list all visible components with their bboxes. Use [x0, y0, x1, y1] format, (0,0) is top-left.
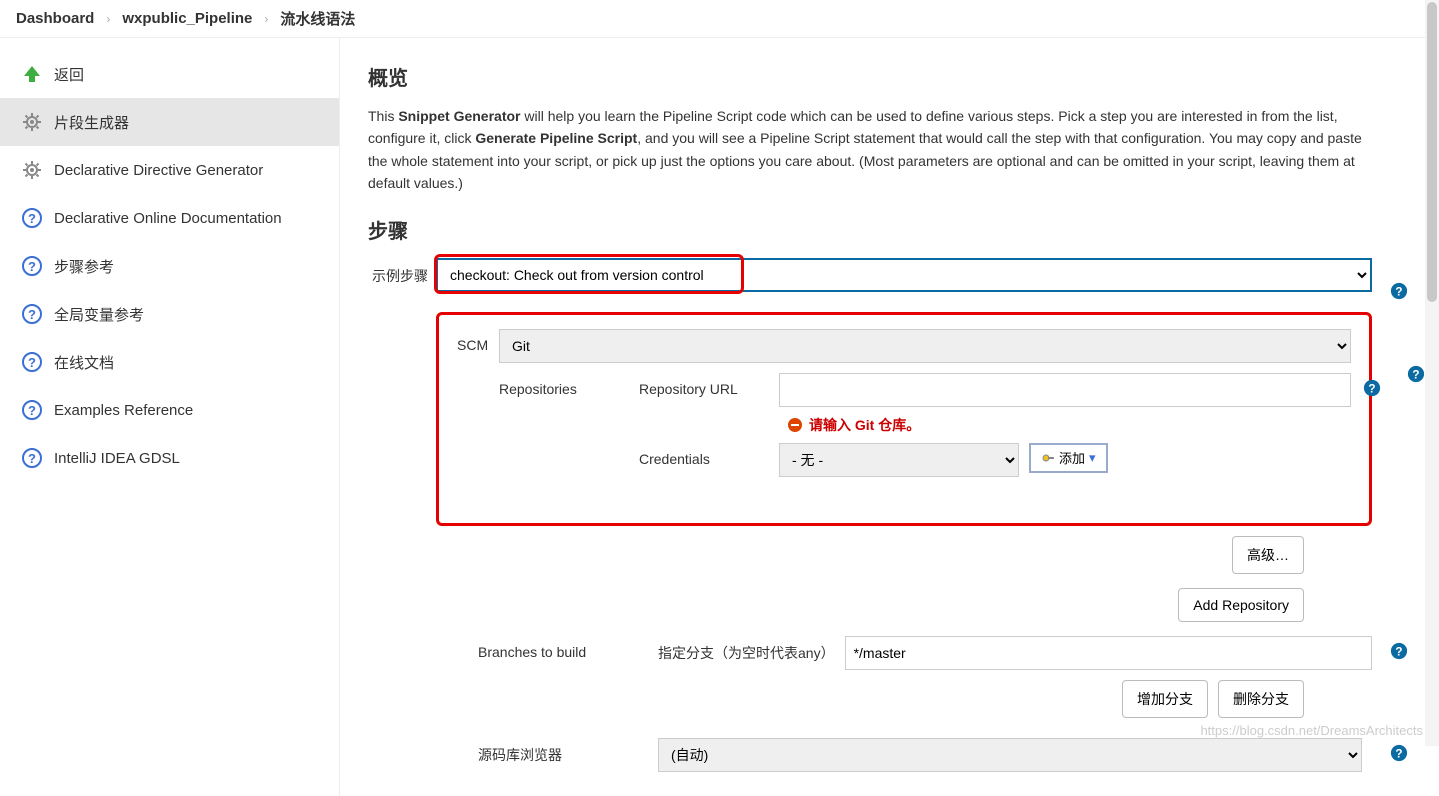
- browser-select[interactable]: (自动): [658, 738, 1362, 772]
- sidebar-item-declarative-docs[interactable]: ? Declarative Online Documentation: [0, 194, 339, 242]
- sidebar-item-label: 全局变量参考: [54, 304, 144, 325]
- chevron-right-icon: ›: [106, 12, 110, 26]
- sidebar-item-back[interactable]: 返回: [0, 50, 339, 98]
- svg-text:?: ?: [1395, 645, 1402, 658]
- sidebar-item-gdsl[interactable]: ? IntelliJ IDEA GDSL: [0, 434, 339, 482]
- help-icon: ?: [20, 206, 44, 230]
- svg-text:?: ?: [28, 259, 36, 274]
- svg-text:?: ?: [28, 451, 36, 466]
- sidebar-item-snippet-generator[interactable]: 片段生成器: [0, 98, 339, 146]
- sidebar-item-label: Examples Reference: [54, 402, 193, 419]
- scrollbar[interactable]: [1425, 0, 1439, 746]
- add-branch-button[interactable]: 增加分支: [1122, 680, 1208, 718]
- svg-text:?: ?: [1368, 382, 1375, 395]
- chevron-right-icon: ›: [264, 12, 268, 26]
- help-icon: ?: [20, 446, 44, 470]
- gear-icon: [20, 110, 44, 134]
- error-icon: [787, 417, 803, 433]
- add-repository-button[interactable]: Add Repository: [1178, 588, 1304, 622]
- repo-url-label: Repository URL: [639, 373, 779, 397]
- sidebar-item-label: Declarative Online Documentation: [54, 210, 282, 227]
- breadcrumb-dashboard[interactable]: Dashboard: [16, 10, 94, 27]
- intro-text: This Snippet Generator will help you lea…: [368, 105, 1372, 195]
- repo-error: 请输入 Git 仓库。: [787, 415, 1351, 435]
- credentials-select[interactable]: - 无 -: [779, 443, 1019, 477]
- sidebar-item-declarative-directive[interactable]: Declarative Directive Generator: [0, 146, 339, 194]
- browser-label: 源码库浏览器: [478, 745, 658, 765]
- svg-text:?: ?: [28, 307, 36, 322]
- help-icon[interactable]: ?: [1407, 365, 1425, 383]
- sidebar-item-label: 片段生成器: [54, 112, 129, 133]
- credentials-label: Credentials: [639, 443, 779, 467]
- sidebar-item-label: 返回: [54, 64, 84, 85]
- advanced-button[interactable]: 高级…: [1232, 536, 1304, 574]
- overview-title: 概览: [368, 62, 1372, 91]
- scm-select[interactable]: Git: [499, 329, 1351, 363]
- breadcrumb: Dashboard › wxpublic_Pipeline › 流水线语法: [0, 0, 1439, 38]
- repo-url-input[interactable]: [779, 373, 1351, 407]
- sidebar-item-label: IntelliJ IDEA GDSL: [54, 450, 180, 467]
- svg-text:?: ?: [28, 403, 36, 418]
- svg-text:?: ?: [1412, 368, 1419, 381]
- sidebar-item-label: Declarative Directive Generator: [54, 162, 263, 179]
- sidebar-item-step-reference[interactable]: ? 步骤参考: [0, 242, 339, 290]
- main-content: 概览 This Snippet Generator will help you …: [340, 38, 1400, 796]
- sidebar-item-label: 步骤参考: [54, 256, 114, 277]
- scm-config-box: ? SCM Git Repositories Repository URL: [436, 312, 1372, 526]
- repositories-label: Repositories: [499, 373, 639, 397]
- help-icon[interactable]: ?: [1390, 282, 1408, 300]
- svg-text:?: ?: [1395, 747, 1402, 760]
- branches-label: Branches to build: [478, 636, 658, 660]
- sidebar-item-examples[interactable]: ? Examples Reference: [0, 386, 339, 434]
- help-icon: ?: [20, 254, 44, 278]
- sample-step-label: 示例步骤: [368, 258, 428, 286]
- steps-title: 步骤: [368, 215, 1372, 244]
- gear-icon: [20, 158, 44, 182]
- help-icon[interactable]: ?: [1363, 379, 1381, 397]
- help-icon[interactable]: ?: [1390, 744, 1408, 762]
- breadcrumb-pipeline[interactable]: wxpublic_Pipeline: [122, 10, 252, 27]
- delete-branch-button[interactable]: 删除分支: [1218, 680, 1304, 718]
- svg-text:?: ?: [1395, 285, 1402, 298]
- svg-text:?: ?: [28, 211, 36, 226]
- svg-text:?: ?: [28, 355, 36, 370]
- sidebar-item-label: 在线文档: [54, 352, 114, 373]
- up-arrow-icon: [20, 62, 44, 86]
- caret-down-icon: ▾: [1089, 450, 1096, 466]
- help-icon: ?: [20, 398, 44, 422]
- sidebar-item-globals[interactable]: ? 全局变量参考: [0, 290, 339, 338]
- sidebar-item-online-docs[interactable]: ? 在线文档: [0, 338, 339, 386]
- key-icon: [1041, 451, 1055, 465]
- help-icon[interactable]: ?: [1390, 642, 1408, 660]
- breadcrumb-syntax[interactable]: 流水线语法: [280, 8, 355, 29]
- help-icon: ?: [20, 302, 44, 326]
- add-credentials-button[interactable]: 添加 ▾: [1029, 443, 1108, 473]
- sidebar: 返回 片段生成器 Declarative Directive Generator…: [0, 38, 340, 796]
- scm-label: SCM: [457, 329, 499, 353]
- scrollbar-thumb[interactable]: [1427, 2, 1437, 302]
- help-icon: ?: [20, 350, 44, 374]
- sample-step-select[interactable]: checkout: Check out from version control: [436, 258, 1372, 292]
- branch-spec-label: 指定分支（为空时代表any）: [658, 643, 835, 663]
- branch-spec-input[interactable]: [845, 636, 1372, 670]
